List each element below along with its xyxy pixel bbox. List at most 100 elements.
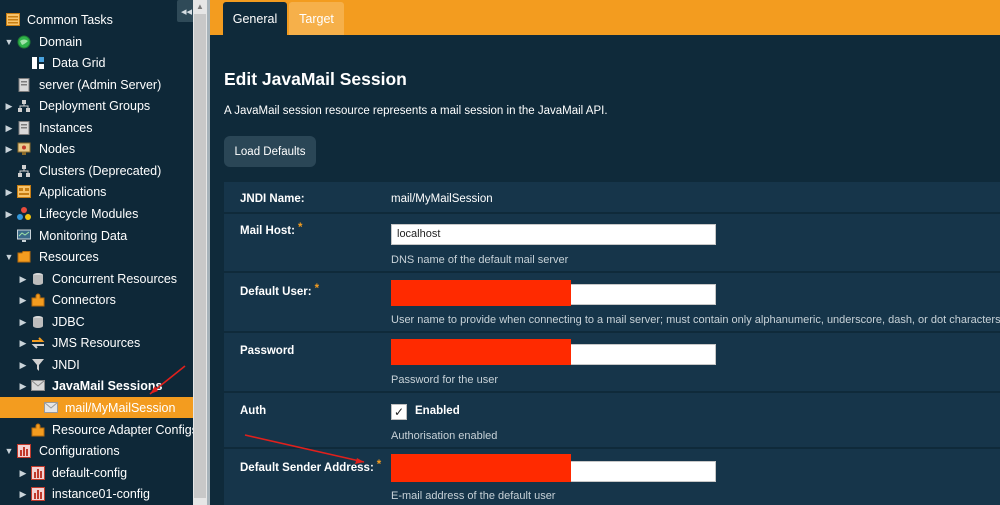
tab-target[interactable]: Target [289, 2, 344, 35]
tree-item-nodes[interactable]: ▶ Nodes [0, 138, 193, 159]
tree-item-common-tasks[interactable]: Common Tasks [0, 9, 193, 30]
envelope-icon [44, 401, 58, 415]
tab-label: Target [299, 11, 334, 26]
collapse-toggle-icon[interactable]: ▶ [18, 359, 28, 371]
auth-help: Authorisation enabled [391, 430, 498, 442]
resources-icon [17, 250, 31, 264]
load-defaults-button[interactable]: Load Defaults [224, 136, 316, 167]
tree-item-label: Deployment Groups [39, 98, 151, 113]
filter-icon [31, 358, 45, 372]
tree-item-resource-adapter-configs[interactable]: Resource Adapter Configs [0, 419, 193, 440]
collapse-toggle-icon[interactable]: ▶ [18, 316, 28, 328]
tree-item-javamail-sessions[interactable]: ▶ JavaMail Sessions [0, 375, 193, 396]
tab-label: General [232, 11, 278, 26]
auth-enabled-label: Enabled [415, 405, 460, 417]
tree-item-connectors[interactable]: ▶ Connectors [0, 289, 193, 310]
tree-item-instance01-config[interactable]: ▶ instance01-config [0, 483, 193, 504]
collapse-sidebar-button[interactable]: ◂◂ [177, 0, 193, 22]
tree-item-label: Resource Adapter Configs [52, 422, 193, 437]
tree-item-lifecycle-modules[interactable]: ▶ Lifecycle Modules [0, 203, 193, 224]
default-user-label-text: Default User: [240, 286, 312, 298]
tree-item-label: Domain [39, 34, 83, 49]
redaction-mark [391, 454, 571, 482]
collapse-toggle-icon[interactable]: ▶ [18, 337, 28, 349]
database-icon [31, 272, 45, 286]
auth-enabled-checkbox[interactable]: ✓ [391, 404, 407, 420]
page-title: Edit JavaMail Session [224, 69, 407, 89]
jndi-name-value: mail/MyMailSession [391, 193, 493, 205]
tree-item-label: Clusters (Deprecated) [39, 163, 162, 178]
tree-item-concurrent-resources[interactable]: ▶ Concurrent Resources [0, 268, 193, 289]
tree-item-instances[interactable]: ▶ Instances [0, 117, 193, 138]
tab-bar: General Target [210, 0, 1000, 35]
tree-item-configurations[interactable]: ▼ Configurations [0, 440, 193, 461]
sidebar-scrollbar[interactable]: ▲ [193, 0, 207, 505]
tree-item-label: server (Admin Server) [39, 77, 162, 92]
navigation-tree: Common Tasks ▼ Domain Data Grid server (… [0, 0, 193, 505]
tree-item-server[interactable]: server (Admin Server) [0, 74, 193, 95]
tree-item-monitoring-data[interactable]: Monitoring Data [0, 225, 193, 246]
tree-item-jdbc[interactable]: ▶ JDBC [0, 311, 193, 332]
default-user-help: User name to provide when connecting to … [391, 314, 1000, 326]
configuration-icon [31, 486, 45, 501]
collapse-toggle-icon[interactable]: ▶ [4, 122, 14, 134]
tree-item-label: JavaMail Sessions [52, 378, 163, 393]
mail-host-input[interactable]: localhost [391, 224, 716, 245]
form-row-auth: Auth ✓ Enabled Authorisation enabled [224, 393, 1000, 449]
puzzle-icon [31, 293, 45, 307]
tree-item-default-config[interactable]: ▶ default-config [0, 462, 193, 483]
page-description: A JavaMail session resource represents a… [224, 105, 608, 117]
tab-general[interactable]: General [223, 2, 287, 35]
tree-item-resources[interactable]: ▼ Resources [0, 246, 193, 267]
tree-item-deployment-groups[interactable]: ▶ Deployment Groups [0, 95, 193, 116]
tree-item-label: Lifecycle Modules [39, 206, 139, 221]
scroll-up-arrow-icon[interactable]: ▲ [193, 0, 207, 14]
collapse-toggle-icon[interactable]: ▶ [18, 467, 28, 479]
password-help: Password for the user [391, 374, 498, 386]
jndi-name-label: JNDI Name: [240, 193, 305, 205]
database-icon [31, 315, 45, 329]
collapse-toggle-icon[interactable]: ▶ [4, 186, 14, 198]
required-asterisk: * [314, 283, 320, 295]
tree-item-label: Instances [39, 120, 93, 135]
group-icon [17, 99, 31, 113]
tree-item-jndi[interactable]: ▶ JNDI [0, 354, 193, 375]
node-icon [17, 142, 31, 156]
tree-item-label: Configurations [39, 443, 120, 458]
mail-host-label-text: Mail Host: [240, 225, 295, 237]
puzzle-icon [31, 423, 45, 437]
default-sender-label-text: Default Sender Address: [240, 462, 374, 474]
expand-toggle-icon[interactable]: ▼ [4, 36, 14, 48]
collapse-toggle-icon[interactable]: ▶ [18, 294, 28, 306]
tree-item-label: Applications [39, 184, 107, 199]
collapse-toggle-icon[interactable]: ▶ [4, 208, 14, 220]
form-row-mail-host: Mail Host: * localhost DNS name of the de… [224, 214, 1000, 273]
required-asterisk: * [376, 459, 382, 471]
exchange-arrows-icon [31, 336, 45, 350]
main-content: General Target Edit JavaMail Session A J… [210, 0, 1000, 505]
tree-item-label: JMS Resources [52, 335, 141, 350]
mail-host-label: Mail Host: * [240, 222, 302, 237]
checkmark-icon: ✓ [393, 405, 405, 419]
tree-item-mail-session-selected[interactable]: mail/MyMailSession [0, 397, 193, 418]
tree-item-clusters[interactable]: Clusters (Deprecated) [0, 160, 193, 181]
tree-item-domain[interactable]: ▼ Domain [0, 31, 193, 52]
expand-toggle-icon[interactable]: ▼ [4, 251, 14, 263]
collapse-toggle-icon[interactable]: ▶ [4, 143, 14, 155]
tree-item-label: JNDI [52, 357, 80, 372]
collapse-toggle-icon[interactable]: ▶ [18, 380, 28, 392]
globe-icon [17, 35, 31, 49]
scrollbar-thumb[interactable] [194, 14, 206, 498]
auth-label: Auth [240, 405, 267, 417]
tree-item-data-grid[interactable]: Data Grid [0, 52, 193, 73]
tree-item-label: Connectors [52, 292, 116, 307]
collapse-toggle-icon[interactable]: ▶ [18, 488, 28, 500]
tree-item-label: mail/MyMailSession [65, 400, 176, 415]
mail-host-help: DNS name of the default mail server [391, 254, 569, 266]
tree-item-jms-resources[interactable]: ▶ JMS Resources [0, 332, 193, 353]
collapse-toggle-icon[interactable]: ▶ [4, 100, 14, 112]
expand-toggle-icon[interactable]: ▼ [4, 445, 14, 457]
collapse-toggle-icon[interactable]: ▶ [18, 273, 28, 285]
default-user-label: Default User: * [240, 283, 320, 298]
tree-item-applications[interactable]: ▶ Applications [0, 181, 193, 202]
